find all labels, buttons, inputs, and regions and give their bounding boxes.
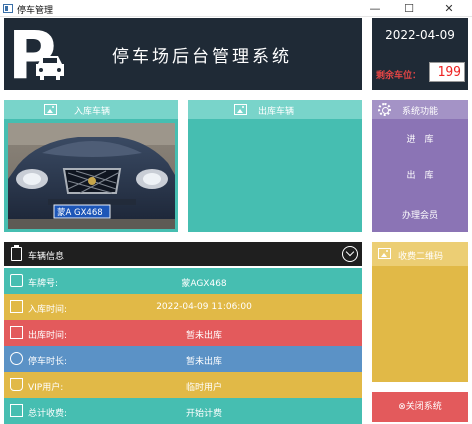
entry-vehicle-panel: 入库车辆 蒙A GX468	[4, 100, 178, 232]
enter-icon	[10, 300, 23, 313]
duration-label: 停车时长:	[28, 357, 68, 367]
image-icon	[44, 104, 57, 115]
exit-vehicle-panel: 出库车辆	[188, 100, 362, 232]
gear-icon	[378, 103, 391, 116]
current-date: 2022-04-09	[385, 28, 455, 42]
exit-time-label: 出库时间:	[28, 331, 68, 341]
info-row-total-fee: 总计收费: 开始计费	[4, 398, 362, 424]
license-plate-text: 蒙A GX468	[57, 207, 103, 218]
remaining-spaces-label: 剩余车位：	[376, 71, 422, 81]
image-icon	[378, 248, 391, 259]
close-window-button[interactable]: ✕	[432, 0, 466, 17]
maximize-button[interactable]: ☐	[392, 0, 426, 17]
money-icon	[10, 404, 23, 417]
functions-header: 系统功能	[372, 100, 468, 119]
app-header: P 停车场后台管理系统	[4, 18, 362, 90]
register-member-button[interactable]: 办理会员	[372, 208, 468, 221]
system-title: 停车场后台管理系统	[112, 47, 292, 67]
clock-icon	[10, 352, 23, 365]
clipboard-icon	[11, 245, 22, 261]
check-out-button[interactable]: 出 库	[372, 168, 468, 181]
window-title: 停车管理	[17, 6, 54, 16]
exit-time-value: 暂未出库	[185, 331, 222, 341]
status-panel: 2022-04-09 剩余车位： 199	[372, 18, 468, 90]
minimize-button[interactable]: —	[358, 0, 392, 17]
close-system-button[interactable]: ⊗关闭系统	[372, 392, 468, 422]
entry-vehicle-photo: 蒙A GX468	[8, 123, 175, 229]
exit-icon	[10, 326, 23, 339]
entry-time-label: 入库时间:	[28, 305, 68, 315]
exit-panel-header: 出库车辆	[188, 100, 362, 119]
close-circle-icon: ⊗	[398, 402, 406, 412]
logo-letter: P	[8, 20, 56, 88]
exit-panel-title: 出库车辆	[258, 107, 295, 117]
image-icon	[234, 104, 247, 115]
collapse-chevron-button[interactable]	[342, 246, 358, 262]
parking-logo-icon: P	[8, 20, 64, 88]
app-icon	[3, 4, 13, 13]
entry-panel-header: 入库车辆	[4, 100, 178, 119]
vip-value: 临时用户	[185, 383, 222, 393]
check-in-button[interactable]: 进 库	[372, 132, 468, 145]
plate-value: 蒙AGX468	[181, 279, 227, 289]
vehicle-info-header: 车辆信息	[4, 242, 362, 266]
id-card-icon	[10, 274, 23, 287]
functions-title: 系统功能	[402, 107, 439, 117]
window-titlebar: 停车管理 — ☐ ✕	[0, 0, 472, 17]
total-fee-label: 总计收费:	[28, 409, 68, 419]
duration-value: 暂未出库	[185, 357, 222, 367]
entry-time-value: 2022-04-09 11:06:00	[156, 302, 252, 312]
entry-panel-title: 入库车辆	[74, 107, 111, 117]
payment-qr-panel: 收费二维码	[372, 242, 468, 382]
close-system-label: 关闭系统	[405, 402, 442, 412]
system-functions-panel: 系统功能 进 库 出 库 办理会员	[372, 100, 468, 232]
vehicle-info-title: 车辆信息	[28, 252, 65, 262]
remaining-spaces-counter: 199	[429, 62, 465, 82]
info-row-vip: VIP用户: 临时用户	[4, 372, 362, 398]
info-row-plate: 车牌号: 蒙AGX468	[4, 268, 362, 294]
qr-title: 收费二维码	[398, 252, 444, 262]
vip-label: VIP用户:	[28, 383, 64, 393]
info-row-duration: 停车时长: 暂未出库	[4, 346, 362, 372]
plate-label: 车牌号:	[28, 279, 59, 289]
total-fee-value: 开始计费	[185, 409, 222, 419]
vip-basket-icon	[10, 378, 23, 391]
info-row-entry-time: 入库时间: 2022-04-09 11:06:00	[4, 294, 362, 320]
info-row-exit-time: 出库时间: 暂未出库	[4, 320, 362, 346]
qr-header: 收费二维码	[372, 242, 468, 266]
